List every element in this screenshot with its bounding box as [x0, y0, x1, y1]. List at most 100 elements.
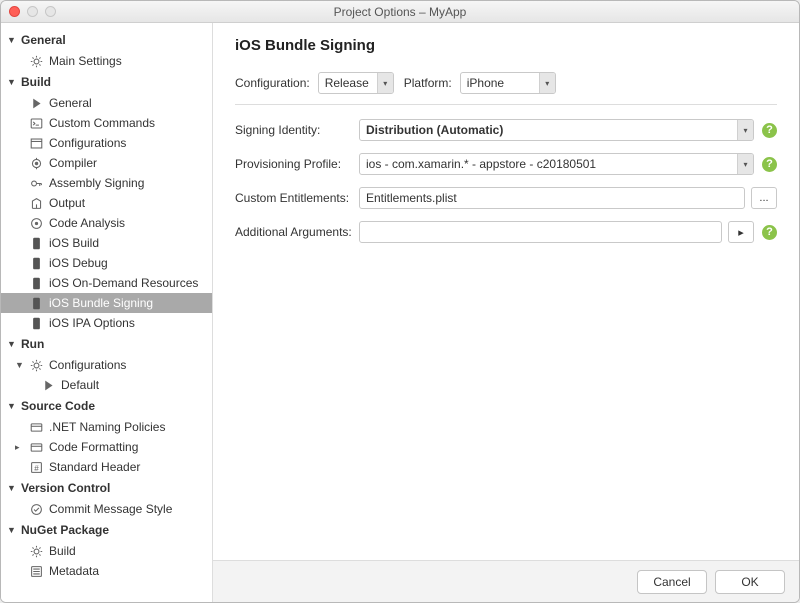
- sidebar-item-label: Output: [49, 196, 85, 210]
- sidebar-item-label: Default: [61, 378, 99, 392]
- help-icon[interactable]: ?: [762, 225, 777, 240]
- sidebar-item[interactable]: Main Settings: [1, 51, 212, 71]
- ok-button[interactable]: OK: [715, 570, 785, 594]
- cancel-button[interactable]: Cancel: [637, 570, 707, 594]
- sidebar-item[interactable]: ▼ Configurations: [1, 355, 212, 375]
- gear-icon: [29, 544, 43, 558]
- additional-arguments-label: Additional Arguments:: [235, 225, 359, 239]
- sidebar-item-label: iOS Build: [49, 236, 99, 250]
- sidebar-item[interactable]: Configurations: [1, 133, 212, 153]
- sidebar-item[interactable]: iOS On-Demand Resources: [1, 273, 212, 293]
- sidebar-item[interactable]: Output: [1, 193, 212, 213]
- sidebar-item[interactable]: iOS Bundle Signing: [1, 293, 212, 313]
- sidebar-item[interactable]: Compiler: [1, 153, 212, 173]
- disclosure-triangle-icon: ▼: [15, 360, 23, 370]
- compiler-icon: [29, 156, 43, 170]
- sidebar-item-label: iOS On-Demand Resources: [49, 276, 198, 290]
- chevron-down-icon: ▾: [377, 73, 393, 93]
- sidebar-item-label: Standard Header: [49, 460, 140, 474]
- titlebar: Project Options – MyApp: [1, 1, 799, 23]
- maximize-icon[interactable]: [45, 6, 56, 17]
- sidebar-item-label: .NET Naming Policies: [49, 420, 165, 434]
- sidebar-item[interactable]: Default: [1, 375, 212, 395]
- sidebar-item-label: Build: [49, 544, 76, 558]
- disclosure-triangle-icon: ▼: [7, 401, 17, 411]
- sidebar-item-label: Configurations: [49, 358, 126, 372]
- play-icon: [29, 96, 43, 110]
- platform-value: iPhone: [467, 76, 504, 90]
- sidebar-item-label: Assembly Signing: [49, 176, 144, 190]
- sidebar-item[interactable]: # Standard Header: [1, 457, 212, 477]
- phone-icon: [29, 256, 43, 270]
- disclosure-triangle-icon: ▸: [15, 442, 23, 453]
- dialog-footer: Cancel OK: [213, 560, 799, 602]
- sidebar-item[interactable]: General: [1, 93, 212, 113]
- minimize-icon[interactable]: [27, 6, 38, 17]
- sidebar-item[interactable]: ▸ Code Formatting: [1, 437, 212, 457]
- sidebar-item-label: Code Formatting: [49, 440, 138, 454]
- phone-icon: [29, 296, 43, 310]
- svg-text:#: #: [34, 463, 39, 472]
- sidebar-item[interactable]: Custom Commands: [1, 113, 212, 133]
- arguments-picker-button[interactable]: ▸: [728, 221, 754, 243]
- sidebar-item-label: Compiler: [49, 156, 97, 170]
- disclosure-triangle-icon: ▼: [7, 35, 17, 45]
- additional-arguments-input[interactable]: [359, 221, 722, 243]
- check-icon: [29, 502, 43, 516]
- help-icon[interactable]: ?: [762, 157, 777, 172]
- sidebar-category[interactable]: ▼Run: [1, 333, 212, 355]
- sidebar-item[interactable]: Commit Message Style: [1, 499, 212, 519]
- sidebar-item-label: Configurations: [49, 136, 126, 150]
- chevron-down-icon: ▾: [539, 73, 555, 93]
- list-icon: [29, 564, 43, 578]
- sidebar-item[interactable]: Metadata: [1, 561, 212, 581]
- sidebar-item-label: iOS Bundle Signing: [49, 296, 153, 310]
- configuration-label: Configuration:: [235, 76, 318, 90]
- sidebar-item[interactable]: Code Analysis: [1, 213, 212, 233]
- card-icon: [29, 420, 43, 434]
- sidebar-category[interactable]: ▼Version Control: [1, 477, 212, 499]
- sidebar-item[interactable]: iOS IPA Options: [1, 313, 212, 333]
- sidebar-item[interactable]: .NET Naming Policies: [1, 417, 212, 437]
- disclosure-triangle-icon: ▼: [7, 77, 17, 87]
- platform-select[interactable]: iPhone ▾: [460, 72, 556, 94]
- sidebar: ▼GeneralMain Settings▼BuildGeneralCustom…: [1, 23, 213, 602]
- custom-entitlements-input[interactable]: Entitlements.plist: [359, 187, 745, 209]
- window-icon: [29, 136, 43, 150]
- divider: [235, 104, 777, 105]
- signing-identity-select[interactable]: Distribution (Automatic) ▾: [359, 119, 754, 141]
- provisioning-profile-label: Provisioning Profile:: [235, 157, 359, 171]
- sidebar-item-label: Main Settings: [49, 54, 122, 68]
- key-icon: [29, 176, 43, 190]
- sidebar-item-label: Code Analysis: [49, 216, 125, 230]
- phone-icon: [29, 316, 43, 330]
- close-icon[interactable]: [9, 6, 20, 17]
- gear-icon: [29, 54, 43, 68]
- provisioning-profile-select[interactable]: ios - com.xamarin.* - appstore - c201805…: [359, 153, 754, 175]
- configuration-select[interactable]: Release ▾: [318, 72, 394, 94]
- sidebar-item[interactable]: Build: [1, 541, 212, 561]
- sidebar-item-label: General: [49, 96, 92, 110]
- help-icon[interactable]: ?: [762, 123, 777, 138]
- chevron-down-icon: ▾: [737, 154, 753, 174]
- terminal-icon: [29, 116, 43, 130]
- sidebar-category[interactable]: ▼General: [1, 29, 212, 51]
- sidebar-category[interactable]: ▼NuGet Package: [1, 519, 212, 541]
- hash-icon: #: [29, 460, 43, 474]
- sidebar-item[interactable]: Assembly Signing: [1, 173, 212, 193]
- sidebar-item[interactable]: iOS Build: [1, 233, 212, 253]
- sidebar-item-label: Custom Commands: [49, 116, 155, 130]
- sidebar-category[interactable]: ▼Source Code: [1, 395, 212, 417]
- disclosure-triangle-icon: ▼: [7, 339, 17, 349]
- platform-label: Platform:: [404, 76, 460, 90]
- gear-icon: [29, 358, 43, 372]
- sidebar-item-label: Metadata: [49, 564, 99, 578]
- chevron-down-icon: ▾: [737, 120, 753, 140]
- signing-identity-value: Distribution (Automatic): [366, 123, 503, 137]
- sidebar-item[interactable]: iOS Debug: [1, 253, 212, 273]
- phone-icon: [29, 236, 43, 250]
- browse-button[interactable]: ...: [751, 187, 777, 209]
- sidebar-category[interactable]: ▼Build: [1, 71, 212, 93]
- play-icon: [41, 378, 55, 392]
- card-icon: [29, 440, 43, 454]
